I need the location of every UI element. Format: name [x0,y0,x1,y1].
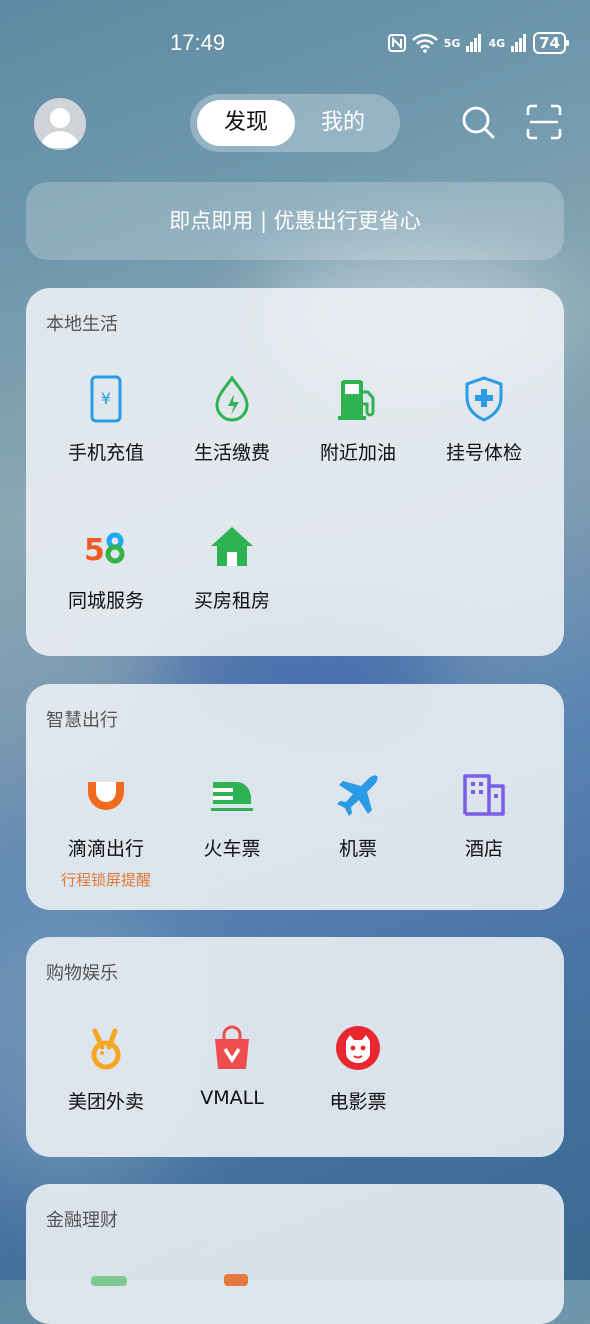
58-logo-icon: 5 [84,532,125,568]
vmall-bag-icon [215,1025,249,1069]
finance-icon-partial-2 [224,1274,248,1286]
item-utility-bill[interactable]: 生活缴费 [169,374,295,465]
network-5g-label: 5G [443,36,461,50]
section-shopping: 购物娱乐 美团外卖 VMALL 电影票 [26,937,564,1157]
item-label: 买房租房 [193,590,270,612]
svg-text:5: 5 [84,533,105,568]
status-time: 17:49 [170,30,226,55]
network-4g-label: 4G [488,36,506,50]
airplane-icon [337,775,378,816]
item-label: 附近加油 [319,442,396,464]
battery-indicator: 74 [533,32,569,54]
item-label: 生活缴费 [193,442,270,464]
item-flight[interactable]: 机票 [295,770,421,861]
status-bar: 17:49 5G 4G 74 [0,0,590,88]
item-label: VMALL [200,1087,264,1109]
section-title: 本地生活 [46,314,118,335]
search-icon[interactable] [460,104,496,140]
tab-discover[interactable]: 发现 [197,100,295,146]
signal-icon-2 [511,34,527,52]
user-icon [40,108,80,148]
item-medical[interactable]: 挂号体检 [421,374,547,465]
item-vmall[interactable]: VMALL [169,1023,295,1109]
item-label: 酒店 [464,838,503,860]
item-movie[interactable]: 电影票 [295,1023,421,1114]
item-house[interactable]: 买房租房 [169,522,295,613]
scan-icon[interactable] [526,104,562,140]
tab-mine[interactable]: 我的 [294,100,392,146]
item-local-service[interactable]: 5 同城服务 [43,522,169,613]
train-icon [211,782,253,811]
item-train[interactable]: 火车票 [169,770,295,861]
item-label: 美团外卖 [67,1091,144,1113]
item-label: 手机充值 [67,442,144,464]
svg-text:¥: ¥ [101,389,111,408]
hotel-icon [463,774,505,816]
item-label: 同城服务 [67,590,144,612]
section-smart-travel: 智慧出行 滴滴出行 行程锁屏提醒 火车票 机票 酒店 [26,684,564,910]
medical-shield-icon [465,376,503,422]
section-title: 智慧出行 [46,710,118,731]
item-label: 滴滴出行 [67,838,144,860]
item-didi[interactable]: 滴滴出行 行程锁屏提醒 [43,770,169,890]
section-local-life: 本地生活 ¥ 手机充值 生活缴费 附近加油 挂号体检 5 同城服务 买房租房 [26,288,564,656]
item-meituan[interactable]: 美团外卖 [43,1023,169,1114]
item-label: 电影票 [329,1091,387,1113]
section-title: 购物娱乐 [46,963,118,984]
item-phone-recharge[interactable]: ¥ 手机充值 [43,374,169,465]
meituan-icon [91,1028,121,1070]
item-hotel[interactable]: 酒店 [421,770,547,861]
item-label: 挂号体检 [445,442,522,464]
didi-icon [88,782,124,810]
movie-cat-icon [336,1026,380,1070]
finance-icon-partial [91,1276,127,1286]
section-finance: 金融理财 [26,1184,564,1324]
item-gas-station[interactable]: 附近加油 [295,374,421,465]
phone-recharge-icon: ¥ [90,375,122,423]
promo-banner[interactable]: 即点即用 | 优惠出行更省心 [26,182,564,260]
signal-icon [466,34,482,52]
item-label: 火车票 [203,838,261,860]
wifi-icon [411,33,438,53]
status-icons: 5G 4G 74 [387,32,569,54]
item-sublabel: 行程锁屏提醒 [60,871,151,889]
utility-bill-icon [215,375,249,422]
house-icon [211,527,253,566]
nfc-icon [387,34,406,52]
tab-switcher: 发现 我的 [190,94,400,152]
avatar[interactable] [34,98,86,150]
section-title: 金融理财 [46,1210,118,1231]
item-label: 机票 [338,838,377,860]
gas-station-icon [338,380,375,420]
